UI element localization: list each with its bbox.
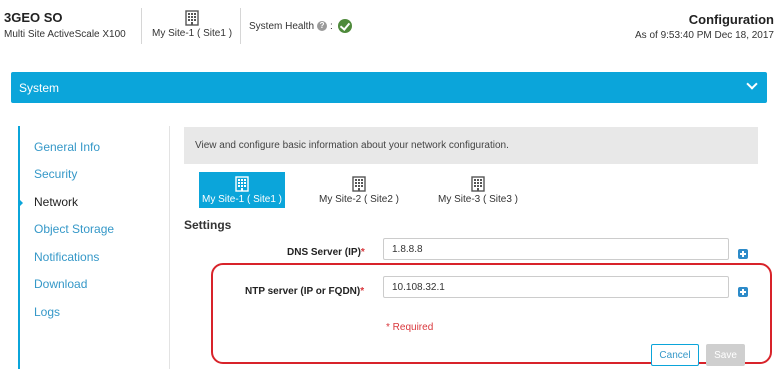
top-header: 3GEO SO Multi Site ActiveScale X100 My S… <box>0 0 778 52</box>
check-circle-icon <box>337 19 352 33</box>
cancel-button[interactable]: Cancel <box>651 344 699 366</box>
current-site-label: My Site-1 ( Site1 ) <box>152 28 233 39</box>
sidebar-item-general-info[interactable]: General Info <box>34 140 100 154</box>
content-divider <box>169 126 170 369</box>
add-dns-plus-icon[interactable] <box>738 249 748 259</box>
building-icon <box>235 176 249 192</box>
sidebar-item-notifications[interactable]: Notifications <box>34 250 99 264</box>
sidebar-item-logs[interactable]: Logs <box>34 305 60 319</box>
brand-subtitle: Multi Site ActiveScale X100 <box>4 29 126 40</box>
sidebar-item-download[interactable]: Download <box>34 277 87 291</box>
tab-label: My Site-3 ( Site3 ) <box>437 194 519 205</box>
section-title: System <box>19 81 60 95</box>
current-site-selector[interactable] <box>152 10 232 26</box>
active-indicator-icon <box>20 200 23 206</box>
save-button[interactable]: Save <box>706 344 745 366</box>
health-colon: : <box>330 20 333 32</box>
tab-label: My Site-1 ( Site1 ) <box>201 194 283 205</box>
system-health-label: System Health <box>249 20 315 32</box>
system-health[interactable]: System Health ? : <box>249 19 352 33</box>
dns-label-text: DNS Server (IP) <box>287 247 361 258</box>
settings-heading: Settings <box>184 218 232 232</box>
info-banner: View and configure basic information abo… <box>184 127 758 164</box>
tab-site-3[interactable]: My Site-3 ( Site3 ) <box>435 172 521 208</box>
required-mark: * <box>360 247 365 258</box>
dns-server-input[interactable] <box>383 238 729 260</box>
header-divider <box>141 8 142 44</box>
building-icon <box>471 176 485 192</box>
header-divider <box>240 8 241 44</box>
help-icon[interactable]: ? <box>317 21 328 31</box>
sidebar-item-object-storage[interactable]: Object Storage <box>34 222 114 236</box>
sidebar-item-security[interactable]: Security <box>34 167 77 181</box>
banner-text: View and configure basic information abo… <box>195 140 509 151</box>
ntp-label-text: NTP server (IP or FQDN) <box>245 286 361 297</box>
system-section-bar[interactable]: System <box>11 72 767 103</box>
sidebar-rail <box>18 126 20 369</box>
ntp-label: NTP server (IP or FQDN)* <box>245 286 364 297</box>
required-mark: * <box>360 286 365 297</box>
page-title: Configuration <box>688 12 774 27</box>
tab-label: My Site-2 ( Site2 ) <box>318 194 400 205</box>
brand-title: 3GEO SO <box>4 10 63 25</box>
ntp-server-input[interactable] <box>383 276 729 298</box>
sidebar-item-network[interactable]: Network <box>34 195 78 209</box>
required-note: * Required <box>386 322 434 333</box>
building-icon <box>185 10 199 26</box>
building-icon <box>352 176 366 192</box>
dns-label: DNS Server (IP)* <box>287 247 365 258</box>
add-ntp-plus-icon[interactable] <box>738 287 748 297</box>
tab-site-2[interactable]: My Site-2 ( Site2 ) <box>316 172 402 208</box>
tab-site-1[interactable]: My Site-1 ( Site1 ) <box>199 172 285 208</box>
timestamp: As of 9:53:40 PM Dec 18, 2017 <box>635 30 774 41</box>
chevron-down-icon[interactable] <box>747 80 757 90</box>
